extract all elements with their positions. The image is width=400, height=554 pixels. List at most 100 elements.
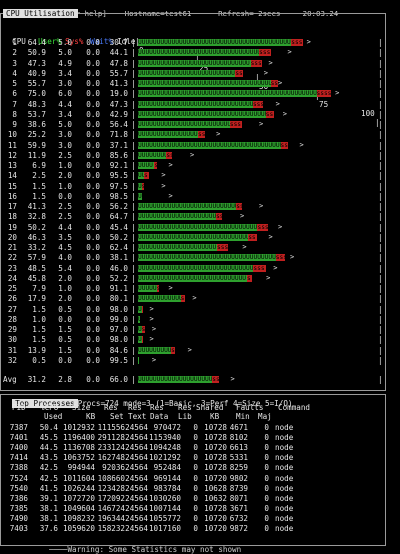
process-cell: 0 xyxy=(264,463,269,473)
process-header-row-1: PID %CPU Size Res Res Res Res Shared Faults Comma… xyxy=(0,403,384,412)
process-row[interactable]: 7385 38.1 1049604 146724 24564 1007144 0 10728 3… xyxy=(0,504,384,513)
sys-bar-segment: sss xyxy=(253,264,267,272)
process-row[interactable]: 7414 43.5 1063752 162748 24564 1021292 0 10728 5… xyxy=(0,453,384,462)
process-cell: 1026244 xyxy=(62,483,95,493)
cpu-usage-bar: UUUUU s xyxy=(138,285,376,292)
cpu-usage-bar: UUUUUUUU ss xyxy=(138,151,376,159)
cpu-wait: 0.0 xyxy=(86,294,100,304)
sys-bar-segment: ss xyxy=(236,203,243,210)
process-cell: 10728 xyxy=(204,423,227,432)
cpu-wait: 0.0 xyxy=(86,263,100,273)
process-cell: 24564 xyxy=(125,473,148,483)
cpu-idle: 42.9 xyxy=(109,109,128,119)
cpu-usage-bar: Us xyxy=(138,182,376,190)
cpu-sys: 1.5 xyxy=(58,345,72,355)
cpu-id: 20 xyxy=(7,232,17,242)
cpu-user: 48.3 xyxy=(27,99,46,109)
process-row[interactable]: 7524 42.5 1011604 108660 24564 969144 0 10720 98… xyxy=(0,474,384,483)
cpu-user: 50.9 xyxy=(27,48,46,58)
process-row[interactable]: 7403 37.6 1059620 158232 24564 1017160 0 10720 9… xyxy=(0,524,384,533)
process-row[interactable]: 7386 39.1 1072720 172092 24564 1030260 0 10632 8… xyxy=(0,494,384,503)
process-command: node xyxy=(275,473,294,483)
cpu-sys: 2.8 xyxy=(58,375,72,384)
process-command: node xyxy=(275,503,294,513)
process-cell: 9872 xyxy=(229,524,248,533)
process-header-cell: Data xyxy=(150,412,169,421)
cpu-usage-bar: UUUUUUUUUUUUUUUUUUUUUUUUUUUUUUU sss xyxy=(138,264,376,272)
sys-bar-segment: ss xyxy=(197,131,206,139)
cpu-wait: 0.0 xyxy=(86,355,100,365)
cpu-usage-bar: UUUUUUUUUUUUUUUU ss xyxy=(138,131,376,139)
cpu-usage-bar: UUUU s xyxy=(138,162,376,169)
process-cell: 1059620 xyxy=(62,524,95,533)
cpu-wait: 0.0 xyxy=(86,325,100,334)
peak-marker: > xyxy=(282,109,288,118)
cpu-id: 21 xyxy=(7,243,17,252)
process-cell: 0 xyxy=(193,513,198,523)
process-command: node xyxy=(275,433,294,443)
cpu-user: 57.9 xyxy=(27,253,46,263)
peak-marker: > xyxy=(149,304,154,313)
cpu-bar-divider: | xyxy=(131,222,136,232)
cpu-id: 16 xyxy=(7,191,17,201)
process-cell: 6732 xyxy=(229,513,248,523)
peak-marker: > xyxy=(263,68,268,77)
cpu-wait: 0.0 xyxy=(86,68,100,78)
cpu-id: 19 xyxy=(7,222,17,232)
process-cell: 0 xyxy=(264,433,269,443)
user-bar-segment: UUUUU xyxy=(138,285,157,292)
cpu-id: 14 xyxy=(7,171,17,181)
peak-marker: > xyxy=(189,150,195,159)
cpu-sys: 2.0 xyxy=(58,171,72,181)
process-row[interactable]: 7401 45.5 1196400 291128 24564 1153940 0 10728 8… xyxy=(0,433,384,442)
user-bar-segment: U xyxy=(138,315,141,323)
cpu-wait: 0.0 xyxy=(86,212,100,222)
process-cell: 10728 xyxy=(204,463,227,473)
cpu-id: Avg xyxy=(3,375,17,384)
cpu-user: 11.9 xyxy=(27,150,46,160)
process-cell: 0 xyxy=(264,473,269,483)
cpu-user: 45.8 xyxy=(27,273,46,283)
user-bar-segment: UUUUUUUUUUUUUUUUUUUUUUUUUUUUUUUUUUUUUUU xyxy=(138,141,281,149)
process-row[interactable]: 7400 44.5 1136708 233124 24564 1094248 0 10720 6… xyxy=(0,443,384,452)
cpu-row-end: | xyxy=(378,232,383,242)
cpu-id: 25 xyxy=(7,284,17,293)
process-command: node xyxy=(275,483,294,493)
process-command: node xyxy=(275,423,294,432)
cpu-usage-bar: UUUUUUUUUUUUUUUUUUUUUUUUUUUUUUU sss xyxy=(138,100,376,108)
user-bar-segment: UUUUUUUUUUUUUUUUUUUUUUUUU xyxy=(138,121,230,128)
cpu-user: 2.5 xyxy=(32,171,46,181)
cpu-row-end: | xyxy=(378,222,383,232)
process-row[interactable]: 7540 41.5 1026244 123428 24564 983784 0 10628 87… xyxy=(0,484,384,493)
process-cell: 0 xyxy=(193,503,198,513)
user-bar-segment xyxy=(138,356,140,364)
cpu-bar-divider: | xyxy=(131,263,136,273)
process-row[interactable]: 7490 38.1 1098232 196344 24564 1055772 0 10720 6… xyxy=(0,514,384,523)
cpu-idle: 30.7 xyxy=(109,38,128,47)
process-row[interactable]: 7387 50.4 1012932 111556 24564 970472 0 10728 46… xyxy=(0,423,384,432)
cpu-bar-divider: | xyxy=(131,161,136,170)
user-bar-segment: UUUUUUUUUUUUUUUUUUUUUUUUUUUUU xyxy=(138,274,247,282)
cpu-user: 32.8 xyxy=(27,212,46,222)
cpu-wait: 0.0 xyxy=(86,181,100,191)
cpu-row-end: | xyxy=(378,253,383,263)
cpu-usage-bar: UUUUUUUUUUUU s xyxy=(138,295,376,303)
cpu-idle: 85.6 xyxy=(109,150,128,160)
cpu-row-end: | xyxy=(378,181,383,191)
process-cell: 10728 xyxy=(204,503,227,513)
cpu-bar-divider: | xyxy=(131,202,136,211)
cpu-wait: 0.0 xyxy=(86,273,100,283)
process-command: node xyxy=(275,513,294,523)
cpu-idle: 98.0 xyxy=(109,335,128,345)
cpu-bar-divider: | xyxy=(131,243,136,252)
process-cell: 10720 xyxy=(204,473,227,483)
process-header-cell: Used xyxy=(44,412,63,421)
sys-bar-segment: ss xyxy=(248,233,257,241)
cpu-user: 41.3 xyxy=(27,202,46,211)
peak-marker: > xyxy=(289,253,295,262)
process-header-row-2: Used KB Set Text Data Lib KB Min Maj xyxy=(0,412,384,421)
process-row[interactable]: 7388 42.5 994944 92036 24564 952484 0 10728 8259… xyxy=(0,463,384,472)
process-cell: 7388 xyxy=(9,463,28,473)
peak-marker: > xyxy=(268,232,273,241)
process-cell: 8739 xyxy=(229,483,248,493)
